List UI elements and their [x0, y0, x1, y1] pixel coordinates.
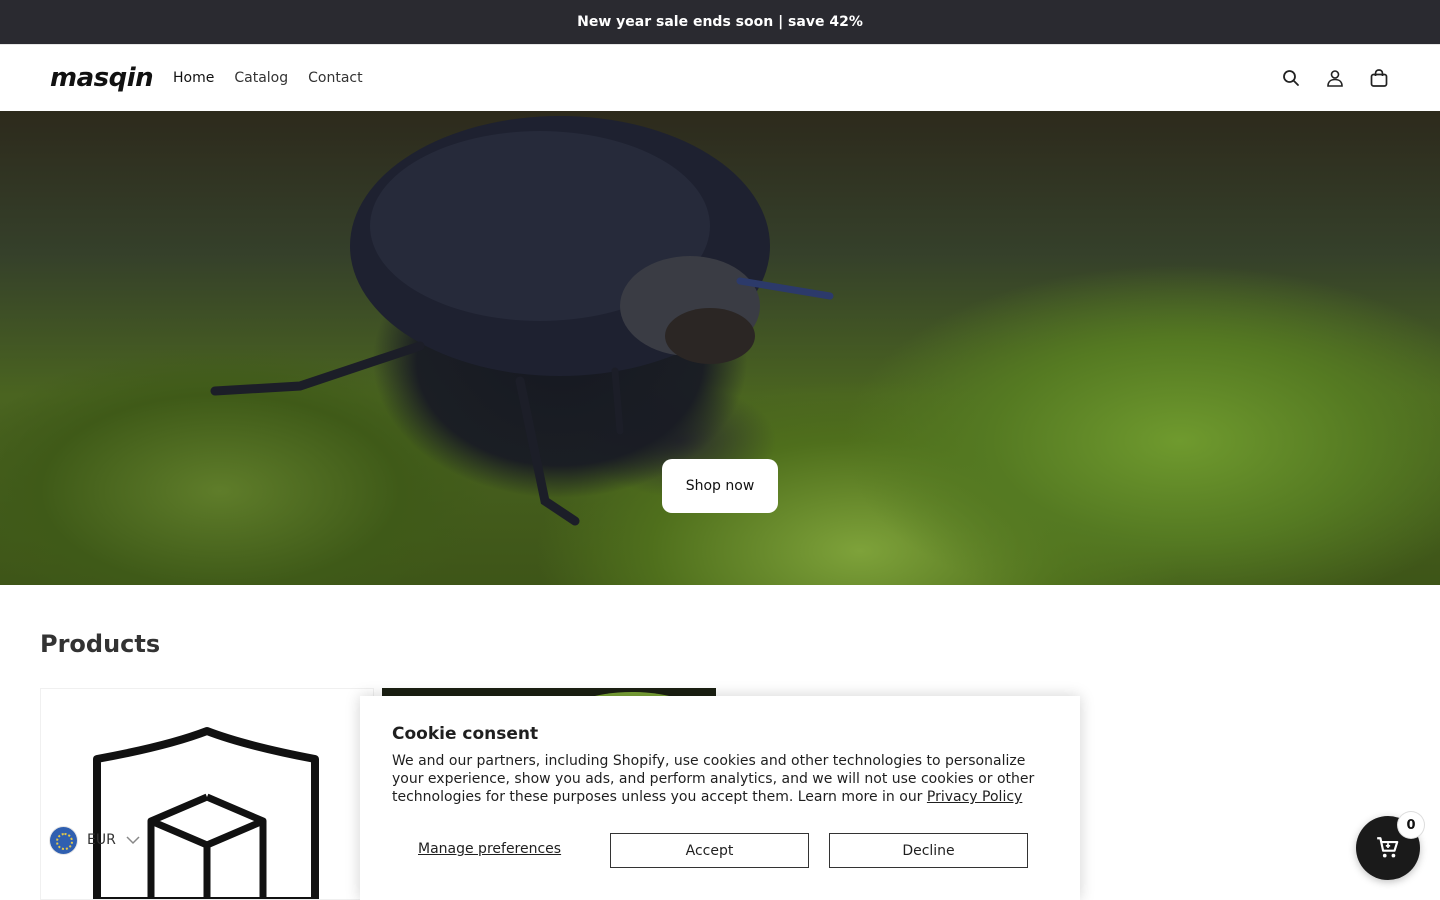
beetle-illustration	[210, 116, 834, 526]
product-card[interactable]	[40, 688, 374, 900]
cart-icon[interactable]	[1368, 65, 1390, 91]
logo[interactable]: masqin	[50, 62, 154, 94]
cookie-actions: Manage preferences Accept Decline	[392, 833, 1028, 868]
announcement-bar: New year sale ends soon | save 42%	[0, 0, 1440, 44]
cookie-body: We and our partners, including Shopify, …	[392, 752, 1042, 806]
shield-package-icon	[93, 727, 319, 899]
hero-banner: Shop now	[0, 111, 1440, 585]
nav-item-catalog[interactable]: Catalog	[234, 67, 288, 89]
currency-selector[interactable]: EUR	[50, 826, 140, 854]
account-icon[interactable]	[1324, 65, 1346, 91]
products-heading: Products	[40, 630, 161, 658]
decline-button[interactable]: Decline	[829, 833, 1028, 868]
cart-count-badge: 0	[1398, 812, 1424, 838]
header-icons	[1280, 65, 1390, 91]
nav-item-home[interactable]: Home	[173, 67, 214, 89]
nav-item-contact[interactable]: Contact	[308, 67, 362, 89]
manage-preferences-button[interactable]: Manage preferences	[418, 841, 561, 857]
site-header: masqin Home Catalog Contact	[0, 44, 1440, 111]
eu-flag-icon	[50, 826, 77, 854]
privacy-policy-link[interactable]: Privacy Policy	[927, 789, 1022, 805]
cookie-title: Cookie consent	[392, 724, 539, 744]
search-icon[interactable]	[1280, 65, 1302, 91]
shop-now-button[interactable]: Shop now	[662, 459, 778, 513]
announcement-text: New year sale ends soon | save 42%	[577, 14, 863, 30]
cookie-consent-dialog: Cookie consent We and our partners, incl…	[360, 696, 1080, 900]
chevron-down-icon	[126, 836, 140, 845]
main-nav: Home Catalog Contact	[173, 67, 363, 89]
accept-button[interactable]: Accept	[610, 833, 809, 868]
shopping-cart-icon	[1377, 837, 1399, 858]
currency-code: EUR	[87, 832, 116, 848]
